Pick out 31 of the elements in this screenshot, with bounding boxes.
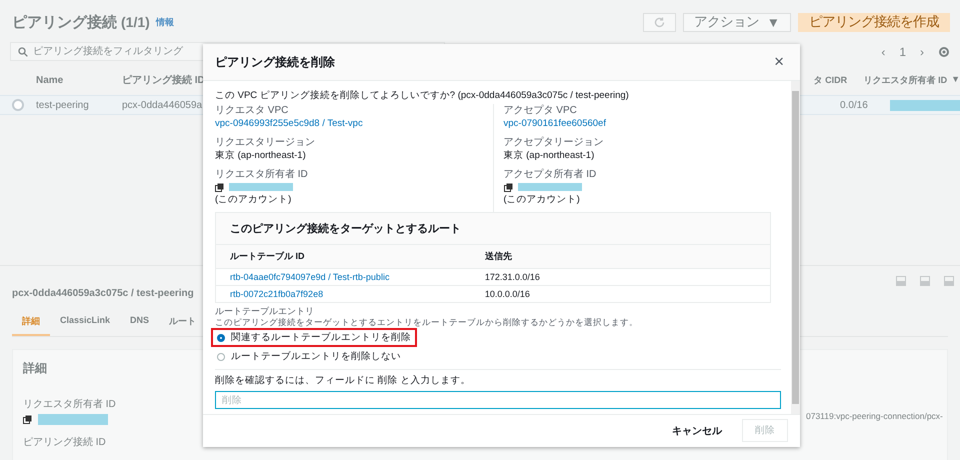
table-cell: 10.0.0.0/16 bbox=[470, 286, 770, 302]
field-label: リクエスタリージョン bbox=[215, 136, 316, 149]
table-cell-text: test-peering bbox=[36, 100, 90, 110]
field-label: ルートテーブルエントリ bbox=[215, 306, 315, 317]
field-value: 東京 (ap-northeast-1) bbox=[504, 149, 596, 162]
field-label: リクエスタ所有者 ID bbox=[23, 398, 116, 411]
field-label: アクセプタ所有者 ID bbox=[504, 168, 598, 181]
section-title: 詳細 bbox=[23, 360, 47, 377]
arn-text: 073119:vpc-peering-connection/pcx- bbox=[806, 411, 943, 421]
caret-icon: ▼ bbox=[766, 14, 780, 30]
field-label: 削除を確認するには、フィールドに 削除 と入力します。 bbox=[215, 374, 472, 387]
field-label: リクエスタ所有者 ID bbox=[215, 168, 309, 181]
field-value: 東京 (ap-northeast-1) bbox=[215, 149, 307, 162]
field-description: このピアリング接続をターゲットとするエントリをルートテーブルから削除するかどうかを選択します。 bbox=[215, 317, 639, 328]
table-cell-text: 0.0/16 bbox=[840, 100, 869, 110]
confirmation-text: この VPC ピアリング接続を削除してよろしいですか? (pcx-0dda446059a3c075c / test-peering) bbox=[215, 89, 630, 102]
field-label: リクエスタ VPC bbox=[215, 104, 290, 117]
field-value: (このアカウント) bbox=[504, 193, 581, 206]
field-label: ピアリング接続 ID bbox=[23, 436, 106, 449]
sort-icon: ▼ bbox=[951, 74, 960, 86]
field-label: アクセプタ VPC bbox=[504, 104, 578, 117]
column-header: ルートテーブル ID bbox=[216, 244, 471, 268]
page-title: ピアリング接続 bbox=[12, 12, 117, 32]
table-cell-text: pcx-0dda446059a bbox=[122, 100, 204, 110]
field-label: アクセプタリージョン bbox=[504, 136, 604, 149]
field-value: (このアカウント) bbox=[215, 193, 292, 206]
item-count: (1/1) bbox=[121, 14, 150, 30]
panel-title: このピアリング接続をターゲットとするルート bbox=[229, 222, 462, 237]
detail-title: pcx-0dda446059a3c075c / test-peering bbox=[12, 288, 194, 299]
table-cell: 172.31.0.0/16 bbox=[470, 268, 770, 286]
column-header: 送信先 bbox=[470, 244, 770, 268]
